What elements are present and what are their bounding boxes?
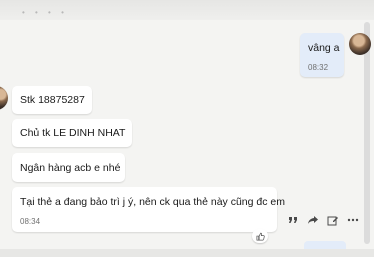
- forward-icon[interactable]: [306, 213, 320, 227]
- message-actions: [286, 212, 360, 228]
- message-text: Stk 18875287: [20, 94, 85, 106]
- header-dots: • • • •: [22, 8, 68, 17]
- next-outgoing-message[interactable]: [304, 241, 346, 249]
- incoming-message-note[interactable]: Tại thẻ a đang bảo trì j ý, nên ck qua t…: [12, 187, 285, 232]
- outgoing-message[interactable]: vâng a 08:32: [300, 33, 344, 77]
- top-strip: • • • •: [0, 0, 374, 20]
- my-avatar[interactable]: [349, 33, 371, 55]
- thumbs-up-icon: [256, 232, 265, 240]
- message-text: Tại thẻ a đang bảo trì j ý, nên ck qua t…: [20, 196, 285, 208]
- incoming-message-account-number[interactable]: Stk 18875287: [12, 86, 92, 114]
- message-text: Chủ tk LE DINH NHAT: [20, 127, 126, 139]
- quote-icon[interactable]: [286, 213, 300, 227]
- incoming-message-bank[interactable]: Ngân hàng acb e nhé: [12, 153, 125, 182]
- scrollbar[interactable]: [364, 22, 370, 244]
- message-text: Ngân hàng acb e nhé: [20, 161, 121, 174]
- more-icon[interactable]: [346, 213, 360, 227]
- outgoing-message-time: 08:32: [308, 63, 329, 72]
- bottom-strip: [0, 249, 374, 257]
- outgoing-message-text: vâng a: [308, 42, 340, 54]
- edit-icon[interactable]: [326, 213, 340, 227]
- reaction-button[interactable]: [252, 229, 268, 243]
- incoming-message-account-holder[interactable]: Chủ tk LE DINH NHAT: [12, 119, 132, 147]
- message-time: 08:34: [20, 217, 41, 226]
